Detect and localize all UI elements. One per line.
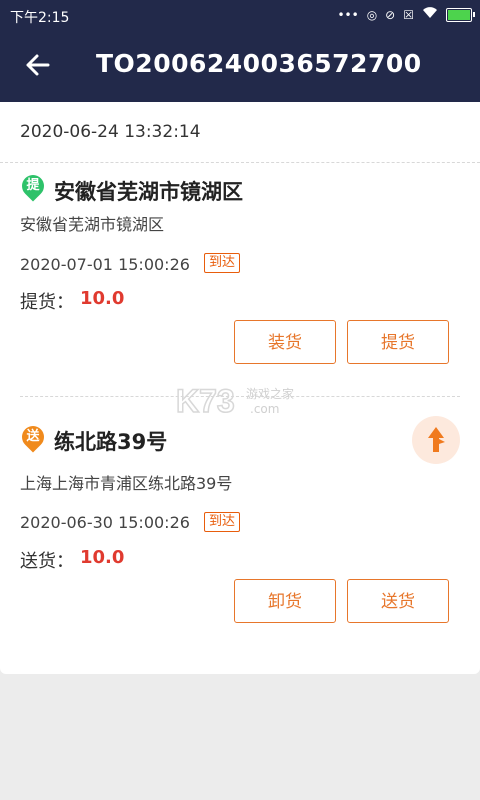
battery-icon (446, 8, 475, 22)
pickup-status-badge: 到达 (204, 253, 241, 273)
location-icon: ◎ (366, 8, 378, 22)
pickup-pin-icon: 提 (17, 170, 49, 202)
divider (0, 162, 480, 163)
watermark-logo: K73 游戏之家 .com (175, 382, 308, 420)
navigation-arrow-icon (428, 427, 445, 452)
arrow-left-icon (26, 54, 50, 76)
delivery-qty-label: 送货： (20, 551, 74, 572)
load-button[interactable]: 装货 (234, 320, 336, 364)
delivery-time: 2020-06-30 15:00:26 (20, 513, 190, 532)
pickup-qty-value: 10.0 (80, 288, 125, 309)
wifi-icon (422, 6, 438, 24)
pickup-address: 安徽省芜湖市镜湖区 (20, 215, 165, 234)
svg-text:K73: K73 (176, 383, 235, 418)
delivery-address: 上海上海市青浦区练北路39号 (20, 474, 233, 493)
delivery-qty-value: 10.0 (80, 547, 125, 568)
navigate-button[interactable] (412, 416, 460, 464)
back-button[interactable] (22, 48, 54, 82)
delivery-title: 练北路39号 (54, 430, 168, 454)
pickup-qty-label: 提货： (20, 292, 74, 313)
alarm-off-icon: ⊘ (385, 8, 396, 22)
svg-text:.com: .com (250, 402, 279, 416)
pickup-time: 2020-07-01 15:00:26 (20, 255, 190, 274)
created-time: 2020-06-24 13:32:14 (20, 122, 201, 142)
app-header: 下午2:15 ••• ◎ ⊘ ☒ TO2006240036572700 (0, 0, 480, 102)
status-time: 下午2:15 (10, 10, 70, 26)
svg-text:游戏之家: 游戏之家 (246, 386, 294, 401)
status-icons: ••• ◎ ⊘ ☒ (337, 6, 475, 24)
more-icon: ••• (337, 8, 359, 22)
deliver-button[interactable]: 送货 (347, 579, 449, 623)
pickup-button[interactable]: 提货 (347, 320, 449, 364)
page-title: TO2006240036572700 (96, 49, 422, 78)
sim-icon: ☒ (403, 8, 414, 22)
status-bar: 下午2:15 ••• ◎ ⊘ ☒ (0, 0, 480, 32)
unload-button[interactable]: 卸货 (234, 579, 336, 623)
delivery-status-badge: 到达 (204, 512, 241, 532)
delivery-pin-icon: 送 (17, 421, 49, 453)
pickup-title: 安徽省芜湖市镜湖区 (54, 180, 243, 204)
